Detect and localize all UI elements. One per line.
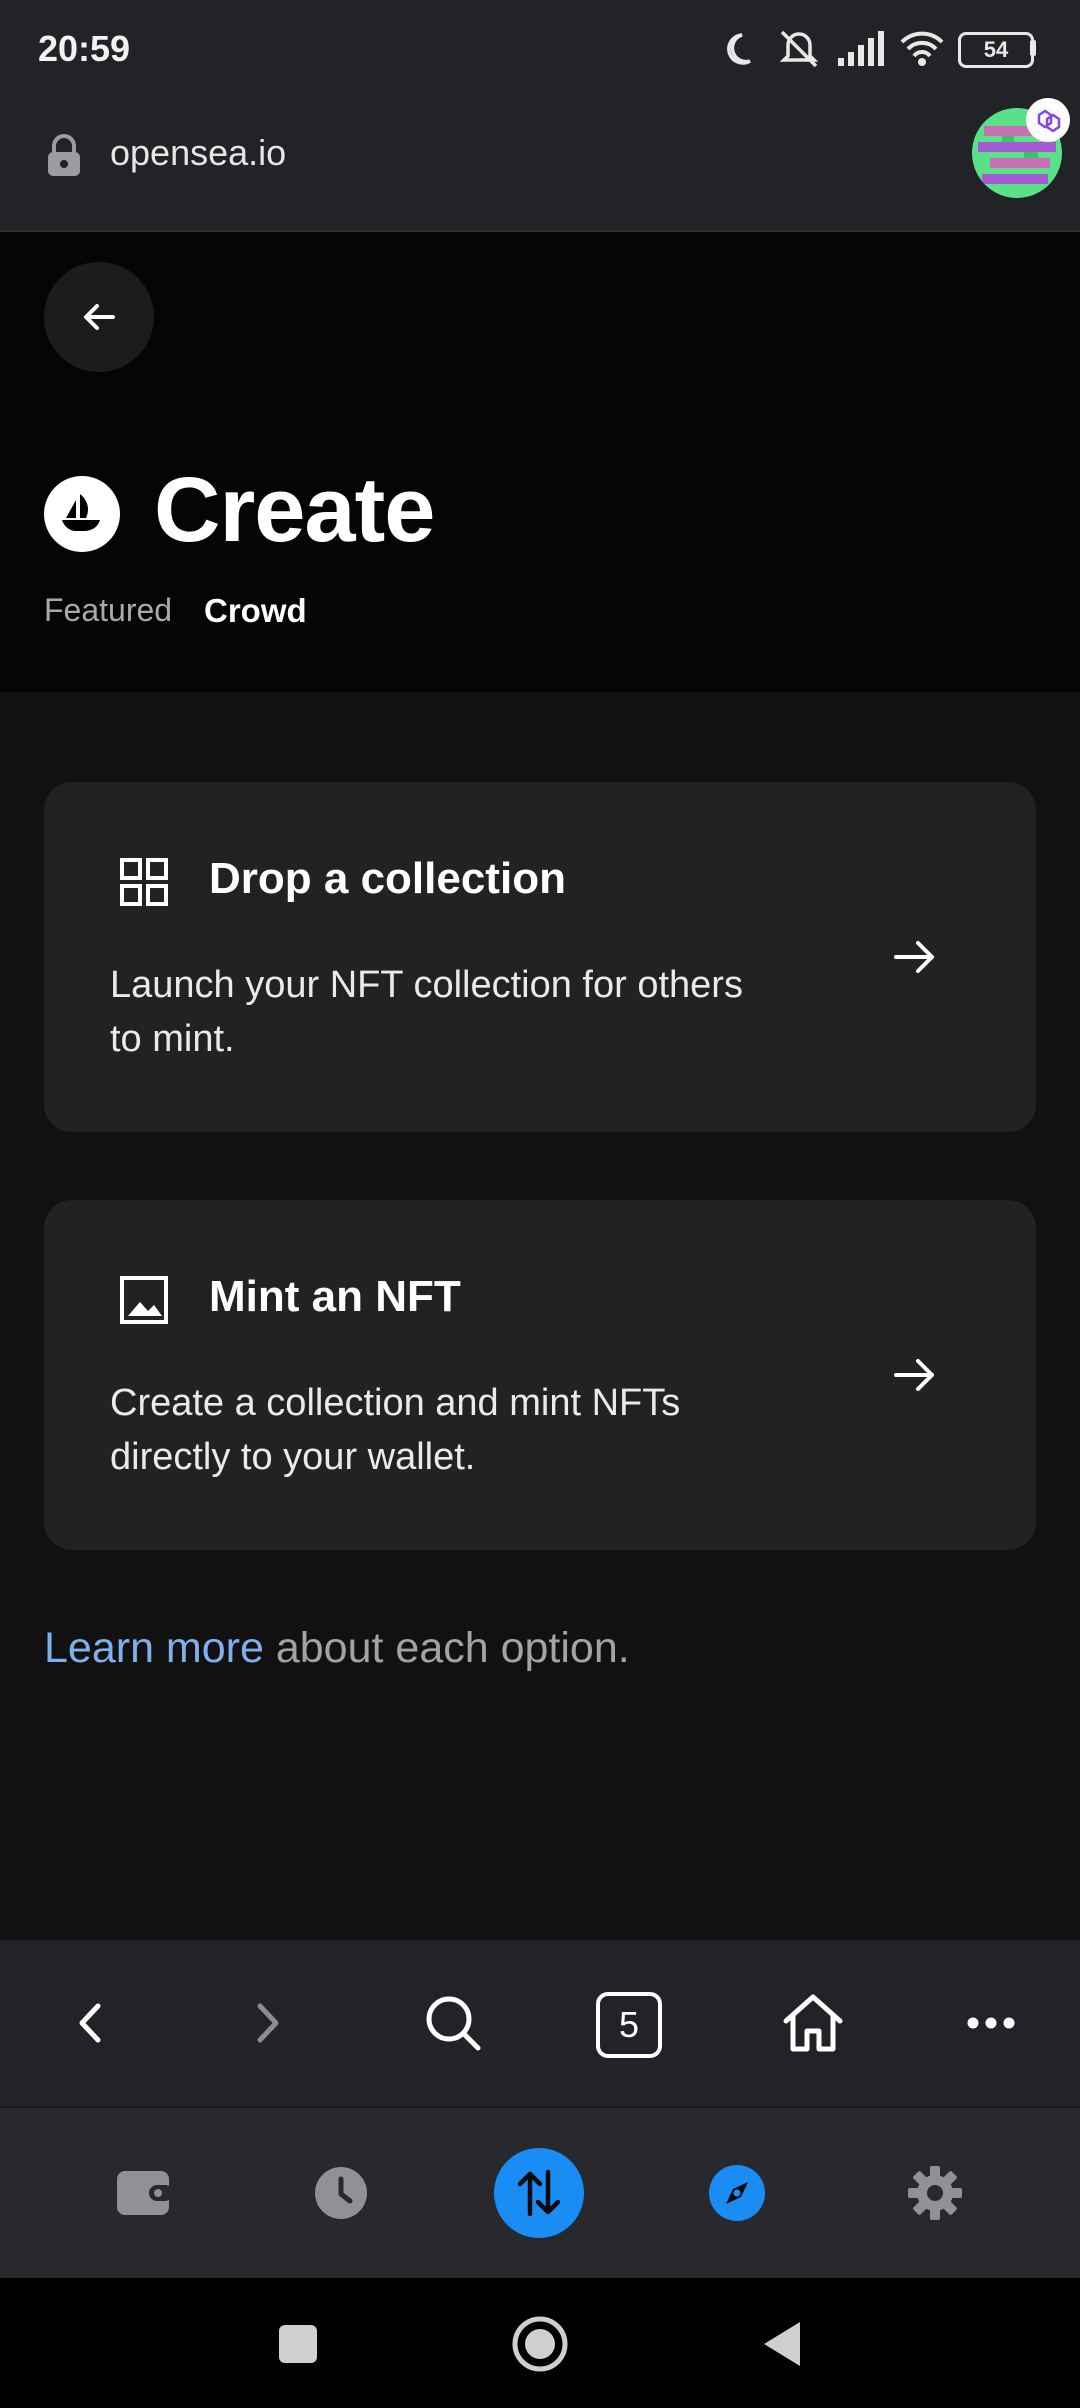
browser-toolbar: 5 bbox=[0, 1940, 1080, 2106]
battery-tip bbox=[1030, 40, 1036, 56]
learn-more-line: Learn more about each option. bbox=[44, 1624, 630, 1673]
battery-icon: 54 bbox=[958, 32, 1034, 68]
home-icon bbox=[783, 1994, 843, 2052]
status-time: 20:59 bbox=[38, 28, 131, 69]
nav-settings[interactable] bbox=[890, 2148, 980, 2238]
triangle-back-icon bbox=[764, 2322, 800, 2366]
search-button[interactable] bbox=[408, 1978, 498, 2068]
browser-forward-button[interactable] bbox=[228, 1980, 308, 2066]
home-button[interactable] bbox=[768, 1978, 858, 2068]
url-text[interactable]: opensea.io bbox=[110, 132, 286, 174]
ship-icon bbox=[62, 494, 100, 531]
chevron-right-icon bbox=[257, 2003, 279, 2043]
arrow-right-icon bbox=[894, 1359, 934, 1391]
back-button[interactable] bbox=[44, 262, 154, 372]
grid-icon bbox=[120, 858, 168, 906]
tabs-button[interactable]: 5 bbox=[596, 1992, 662, 2058]
lock-icon bbox=[48, 134, 80, 176]
browser-back-button[interactable] bbox=[50, 1980, 130, 2066]
card-title: Drop a collection bbox=[209, 854, 566, 903]
clock-icon bbox=[315, 2167, 367, 2219]
card-title: Mint an NFT bbox=[209, 1272, 461, 1321]
tab-count: 5 bbox=[618, 2004, 640, 2045]
image-icon bbox=[120, 1276, 168, 1324]
mute-bell-icon bbox=[779, 30, 819, 68]
swap-arrows-icon bbox=[517, 2169, 561, 2217]
nav-wallet[interactable] bbox=[100, 2148, 190, 2238]
signal-icon bbox=[838, 31, 884, 66]
chevron-left-icon bbox=[79, 2003, 101, 2043]
arrow-left-icon bbox=[84, 304, 115, 330]
more-menu-button[interactable] bbox=[946, 1978, 1036, 2068]
compass-icon bbox=[709, 2165, 765, 2221]
moon-icon bbox=[727, 33, 751, 65]
nav-discover[interactable] bbox=[692, 2148, 782, 2238]
learn-more-text: about each option. bbox=[263, 1624, 630, 1672]
polygon-network-badge bbox=[1026, 98, 1070, 142]
home-system-button[interactable] bbox=[506, 2310, 574, 2378]
recents-button[interactable] bbox=[268, 2314, 328, 2374]
opensea-logo bbox=[44, 476, 120, 552]
wallet-icon bbox=[117, 2171, 173, 2215]
circle-home-icon bbox=[512, 2316, 568, 2372]
mint-nft-card[interactable]: Mint an NFT Create a collection and mint… bbox=[44, 1200, 1036, 1550]
card-description: Create a collection and mint NFTs direct… bbox=[110, 1382, 681, 1478]
learn-more-link[interactable]: Learn more bbox=[44, 1624, 264, 1672]
wifi-icon bbox=[900, 31, 944, 66]
system-nav-bar bbox=[0, 2278, 1080, 2408]
square-icon bbox=[279, 2325, 317, 2363]
tab-crowd[interactable]: Crowd bbox=[204, 592, 307, 630]
arrow-right-icon bbox=[894, 941, 934, 973]
card-description: Launch your NFT collection for others to… bbox=[110, 964, 743, 1060]
app-bottom-nav bbox=[0, 2106, 1080, 2280]
search-icon bbox=[426, 1996, 481, 2051]
gear-icon bbox=[908, 2166, 962, 2220]
nav-swap[interactable] bbox=[494, 2148, 584, 2238]
battery-level: 54 bbox=[983, 37, 1009, 62]
drop-collection-card[interactable]: Drop a collection Launch your NFT collec… bbox=[44, 782, 1036, 1132]
page-title: Create bbox=[154, 459, 435, 561]
more-dots-icon bbox=[967, 2017, 1015, 2029]
tab-featured[interactable]: Featured bbox=[44, 592, 172, 629]
polygon-icon bbox=[1037, 109, 1061, 133]
back-system-button[interactable] bbox=[752, 2312, 812, 2376]
nav-history[interactable] bbox=[296, 2148, 386, 2238]
